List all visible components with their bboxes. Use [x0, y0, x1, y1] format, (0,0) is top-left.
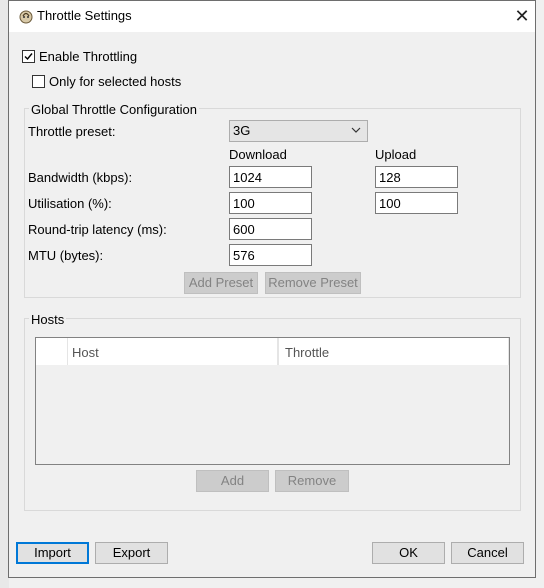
utilisation-upload-input[interactable]: 100: [375, 192, 458, 214]
import-button[interactable]: Import: [16, 542, 89, 564]
latency-input[interactable]: 600: [229, 218, 312, 240]
mtu-input[interactable]: 576: [229, 244, 312, 266]
enable-throttling-label[interactable]: Enable Throttling: [39, 49, 137, 64]
title-bar[interactable]: Throttle Settings ✕: [9, 1, 535, 32]
download-header: Download: [229, 147, 287, 162]
throttle-preset-select[interactable]: 3G: [229, 120, 368, 142]
latency-label: Round-trip latency (ms):: [28, 222, 167, 237]
throttle-preset-label: Throttle preset:: [28, 124, 116, 139]
ok-button[interactable]: OK: [372, 542, 445, 564]
utilisation-download-input[interactable]: 100: [229, 192, 312, 214]
chevron-down-icon: [351, 123, 361, 140]
bandwidth-download-input[interactable]: 1024: [229, 166, 312, 188]
cancel-button[interactable]: Cancel: [451, 542, 524, 564]
bandwidth-upload-input[interactable]: 128: [375, 166, 458, 188]
upload-header: Upload: [375, 147, 417, 162]
global-config-title: Global Throttle Configuration: [29, 102, 199, 117]
table-header-throttle[interactable]: Throttle: [278, 338, 509, 365]
bandwidth-label: Bandwidth (kbps):: [28, 170, 133, 185]
utilisation-label: Utilisation (%):: [28, 196, 112, 211]
add-host-button[interactable]: Add: [196, 470, 269, 492]
window-title: Throttle Settings: [37, 8, 132, 23]
export-button[interactable]: Export: [95, 542, 168, 564]
hosts-table[interactable]: Host Throttle: [35, 337, 510, 465]
close-icon[interactable]: ✕: [509, 4, 535, 28]
remove-host-button[interactable]: Remove: [275, 470, 349, 492]
table-header-host[interactable]: Host: [68, 338, 278, 365]
app-icon: [18, 8, 34, 24]
table-header-blank: [36, 338, 68, 365]
remove-preset-button[interactable]: Remove Preset: [265, 272, 361, 294]
throttle-preset-value: 3G: [233, 123, 251, 138]
mtu-label: MTU (bytes):: [28, 248, 104, 263]
only-selected-hosts-checkbox[interactable]: [32, 75, 45, 88]
enable-throttling-checkbox[interactable]: [22, 50, 35, 63]
throttle-settings-dialog: Throttle Settings ✕ Enable Throttling On…: [8, 0, 536, 578]
hosts-title: Hosts: [29, 312, 67, 327]
only-selected-hosts-label[interactable]: Only for selected hosts: [49, 74, 181, 89]
add-preset-button[interactable]: Add Preset: [184, 272, 258, 294]
